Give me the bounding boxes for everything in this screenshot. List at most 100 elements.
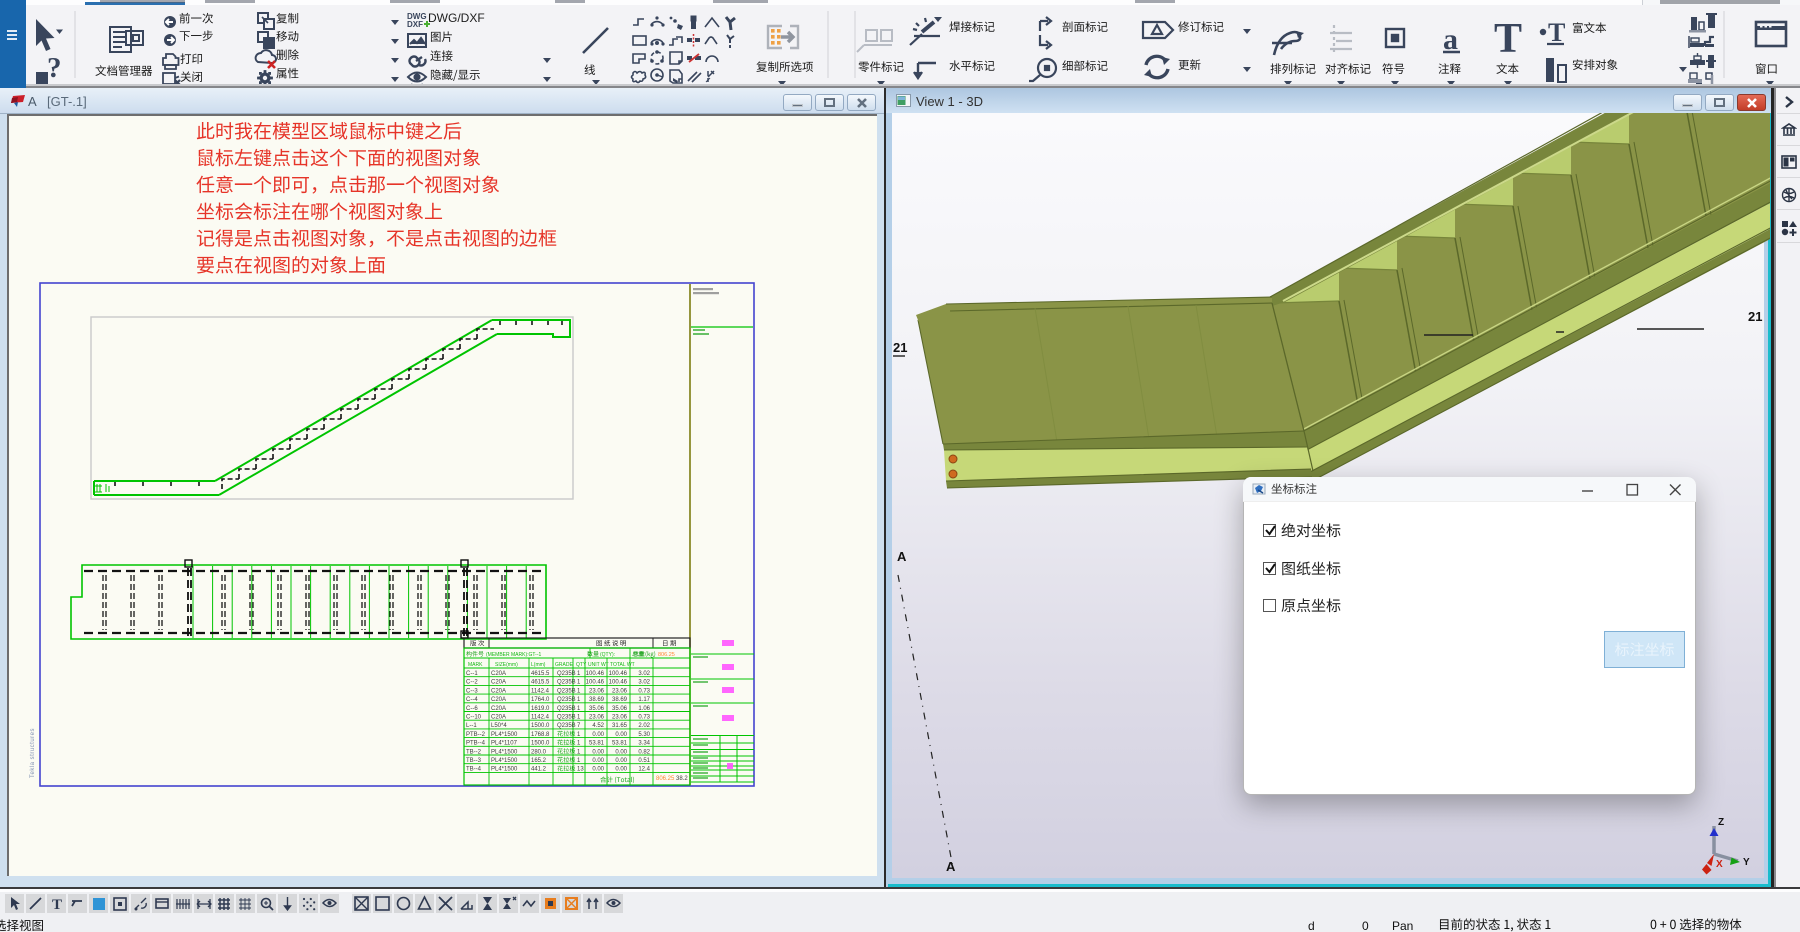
svg-text:1: 1 — [577, 688, 581, 694]
svg-text:0.00: 0.00 — [615, 758, 627, 764]
svg-text:Q235B: Q235B — [557, 723, 576, 729]
svg-text:TB--2: TB--2 — [466, 749, 482, 755]
svg-text:0.00: 0.00 — [615, 749, 627, 755]
svg-text:X: X — [1716, 859, 1723, 870]
svg-text:PTB--4: PTB--4 — [466, 741, 486, 747]
svg-text:1: 1 — [577, 671, 581, 677]
svg-text:T: T — [1548, 18, 1565, 47]
svg-text:L(mm): L(mm) — [531, 662, 546, 668]
svg-text:(MEMBER MARK):GT--1: (MEMBER MARK):GT--1 — [486, 652, 541, 658]
svg-text:0.73: 0.73 — [638, 688, 650, 694]
svg-text:PL4*1500: PL4*1500 — [491, 749, 518, 755]
svg-text:PTB--2: PTB--2 — [466, 732, 486, 738]
svg-text:38.69: 38.69 — [589, 697, 605, 703]
svg-text:C20A: C20A — [491, 671, 506, 677]
svg-text:T: T — [1494, 16, 1522, 62]
svg-text:0.73: 0.73 — [638, 715, 650, 721]
svg-text:53.81: 53.81 — [612, 741, 628, 747]
svg-text:L--1: L--1 — [466, 723, 477, 729]
svg-text:38.2: 38.2 — [676, 776, 688, 782]
svg-text:C--10: C--10 — [466, 715, 482, 721]
svg-text:Q235B: Q235B — [557, 680, 576, 686]
svg-text:1: 1 — [577, 680, 581, 686]
svg-text:1500.0: 1500.0 — [531, 723, 550, 729]
svg-text:806.25: 806.25 — [656, 776, 675, 782]
svg-text:1: 1 — [577, 758, 581, 764]
svg-text:1764.0: 1764.0 — [531, 697, 550, 703]
svg-text:PL4*1500: PL4*1500 — [491, 758, 518, 764]
svg-text:C--1: C--1 — [466, 671, 478, 677]
svg-text:Q235B: Q235B — [557, 697, 576, 703]
svg-text:0.00: 0.00 — [592, 758, 604, 764]
svg-text:3.34: 3.34 — [638, 741, 650, 747]
svg-text:0.00: 0.00 — [592, 732, 604, 738]
svg-text:0.00: 0.00 — [615, 732, 627, 738]
svg-text:C--4: C--4 — [466, 697, 478, 703]
svg-text:PL4*1500: PL4*1500 — [491, 767, 518, 773]
svg-text:23.06: 23.06 — [589, 715, 605, 721]
svg-text:C--6: C--6 — [466, 706, 478, 712]
svg-text:1.06: 1.06 — [638, 706, 650, 712]
svg-text:Q235B: Q235B — [557, 688, 576, 694]
svg-text:53.81: 53.81 — [589, 741, 605, 747]
svg-text:SIZE(mm): SIZE(mm) — [495, 662, 518, 668]
svg-text:1: 1 — [577, 697, 581, 703]
svg-text:280.0: 280.0 — [531, 749, 547, 755]
svg-text:1: 1 — [577, 741, 581, 747]
svg-text:Z: Z — [1718, 817, 1724, 828]
svg-text:1619.0: 1619.0 — [531, 706, 550, 712]
svg-text:1: 1 — [577, 706, 581, 712]
svg-text:23.06: 23.06 — [612, 688, 628, 694]
svg-text:UNIT WT: UNIT WT — [588, 662, 609, 668]
svg-text:QTY: QTY — [576, 662, 587, 668]
svg-text:1: 1 — [577, 732, 581, 738]
svg-text:0.00: 0.00 — [592, 767, 604, 773]
svg-text:C20A: C20A — [491, 697, 506, 703]
svg-text:13: 13 — [577, 767, 584, 773]
svg-text:0.51: 0.51 — [638, 758, 650, 764]
svg-text:12.4: 12.4 — [638, 767, 650, 773]
svg-text:165.2: 165.2 — [531, 758, 547, 764]
svg-text:3.02: 3.02 — [638, 671, 650, 677]
svg-text:GRADE: GRADE — [555, 662, 573, 668]
svg-text:L50*4: L50*4 — [491, 723, 507, 729]
svg-text:Q235B: Q235B — [557, 671, 576, 677]
svg-text:TB--3: TB--3 — [466, 758, 482, 764]
svg-text:1142.4: 1142.4 — [531, 688, 550, 694]
svg-text:100.46: 100.46 — [609, 680, 628, 686]
svg-text:PL4*1107: PL4*1107 — [491, 741, 518, 747]
svg-text:PL4*1500: PL4*1500 — [491, 732, 518, 738]
svg-text:C20A: C20A — [491, 715, 506, 721]
svg-text:Q235B: Q235B — [557, 706, 576, 712]
svg-text:5.30: 5.30 — [638, 732, 650, 738]
svg-text:0.82: 0.82 — [638, 749, 650, 755]
svg-text:(QTY):: (QTY): — [600, 652, 615, 658]
svg-text:35.06: 35.06 — [612, 706, 628, 712]
svg-text:100.46: 100.46 — [586, 680, 605, 686]
svg-text:35.06: 35.06 — [589, 706, 605, 712]
svg-text:C--3: C--3 — [466, 688, 478, 694]
svg-text:4615.5: 4615.5 — [531, 671, 550, 677]
svg-text:C20A: C20A — [491, 680, 506, 686]
svg-text:3.02: 3.02 — [638, 680, 650, 686]
svg-text:7: 7 — [577, 723, 581, 729]
svg-text:4.52: 4.52 — [592, 723, 604, 729]
svg-text:23.06: 23.06 — [612, 715, 628, 721]
svg-text:23.06: 23.06 — [589, 688, 605, 694]
svg-text:31.65: 31.65 — [612, 723, 628, 729]
svg-text:1: 1 — [577, 749, 581, 755]
svg-text:806.25: 806.25 — [658, 652, 675, 658]
svg-text:1.17: 1.17 — [638, 697, 650, 703]
svg-text:4615.5: 4615.5 — [531, 680, 550, 686]
svg-text:C20A: C20A — [491, 688, 506, 694]
svg-text:100.46: 100.46 — [586, 671, 605, 677]
svg-text:2.02: 2.02 — [638, 723, 650, 729]
svg-text:TB--4: TB--4 — [466, 767, 482, 773]
svg-text:1142.4: 1142.4 — [531, 715, 550, 721]
svg-text:0.00: 0.00 — [592, 749, 604, 755]
svg-text:38.69: 38.69 — [612, 697, 628, 703]
svg-text:0.00: 0.00 — [615, 767, 627, 773]
svg-text:441.2: 441.2 — [531, 767, 547, 773]
svg-text:1: 1 — [577, 715, 581, 721]
svg-text:1768.8: 1768.8 — [531, 732, 550, 738]
